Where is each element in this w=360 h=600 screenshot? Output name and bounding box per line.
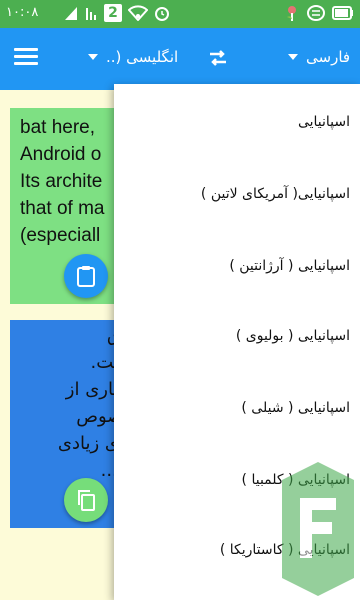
translated-text-line: های زیادی: [57, 433, 128, 454]
app-toolbar: انگلیسی (.. فارسی: [0, 28, 360, 90]
copy-icon: [78, 490, 95, 511]
language-option[interactable]: اسپانیایی ( بولیوی ): [114, 306, 360, 366]
source-text-line: bat here,: [20, 117, 95, 138]
language-option[interactable]: اسپانیایی ( شیلی ): [114, 378, 360, 438]
flower-icon: [287, 6, 296, 21]
target-language-selector[interactable]: فارسی: [288, 48, 350, 66]
chevron-down-icon: [88, 54, 98, 60]
source-text-line: Android o: [20, 144, 102, 165]
sim-icon: [86, 8, 96, 20]
language-option[interactable]: اسپانیایی: [114, 92, 360, 152]
battery-icon: [332, 6, 353, 20]
source-language-label: انگلیسی (..: [106, 48, 179, 66]
store-watermark-logo: [282, 462, 354, 596]
sim-number-badge: 2: [104, 4, 122, 22]
swap-languages-icon[interactable]: [206, 46, 230, 70]
menu-bar: [14, 48, 38, 51]
copy-button[interactable]: [64, 478, 108, 522]
translated-text-line: سیاری از: [65, 379, 128, 400]
status-time: ۱۰:۰۸: [6, 5, 39, 20]
language-option[interactable]: اسپانیایی ( آرژانتین ): [114, 236, 360, 296]
status-icons-left: 2: [64, 4, 170, 22]
status-bar: ۱۰:۰۸ 2: [0, 0, 360, 28]
source-text-line: Its archite: [20, 171, 103, 192]
menu-bar: [14, 62, 38, 65]
source-text-line: (especiall: [20, 225, 101, 246]
status-icons-right: [284, 4, 354, 22]
translated-text-line: خصوص: [76, 406, 128, 427]
menu-bar: [14, 55, 38, 58]
translated-text-line: است.: [90, 352, 128, 373]
menu-button[interactable]: [14, 48, 38, 66]
alarm-icon: [155, 7, 169, 21]
source-text-line: that of ma: [20, 198, 105, 219]
target-language-label: فارسی: [306, 48, 351, 66]
signal-icon: [65, 7, 77, 20]
translated-text: ادق است. سیاری از خصوص های زیادی با ...: [10, 322, 128, 484]
data-usage-icon: [307, 5, 325, 21]
translated-text-line: با ...: [100, 460, 128, 481]
translated-text-line: ادق: [10, 322, 128, 349]
wifi-icon: [128, 5, 148, 21]
source-text[interactable]: bat here, Android o Its archite that of …: [20, 114, 128, 249]
paste-button[interactable]: [64, 254, 108, 298]
source-language-selector[interactable]: انگلیسی (..: [88, 48, 178, 66]
clipboard-icon: [77, 266, 95, 287]
chevron-down-icon: [288, 54, 298, 60]
language-option[interactable]: اسپانیایی( آمریکای لاتین ): [114, 164, 360, 224]
